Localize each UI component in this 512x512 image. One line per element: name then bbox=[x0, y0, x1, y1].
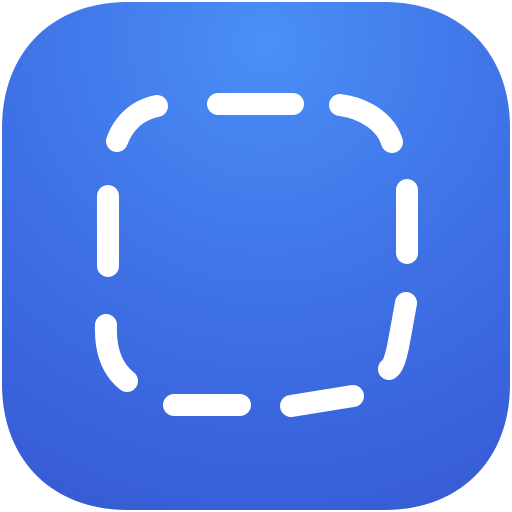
dash-bottom-right bbox=[280, 385, 364, 417]
dashed-rounded-square-icon[interactable] bbox=[0, 0, 512, 512]
app-icon-canvas bbox=[0, 0, 512, 512]
app-icon-background bbox=[2, 2, 510, 510]
